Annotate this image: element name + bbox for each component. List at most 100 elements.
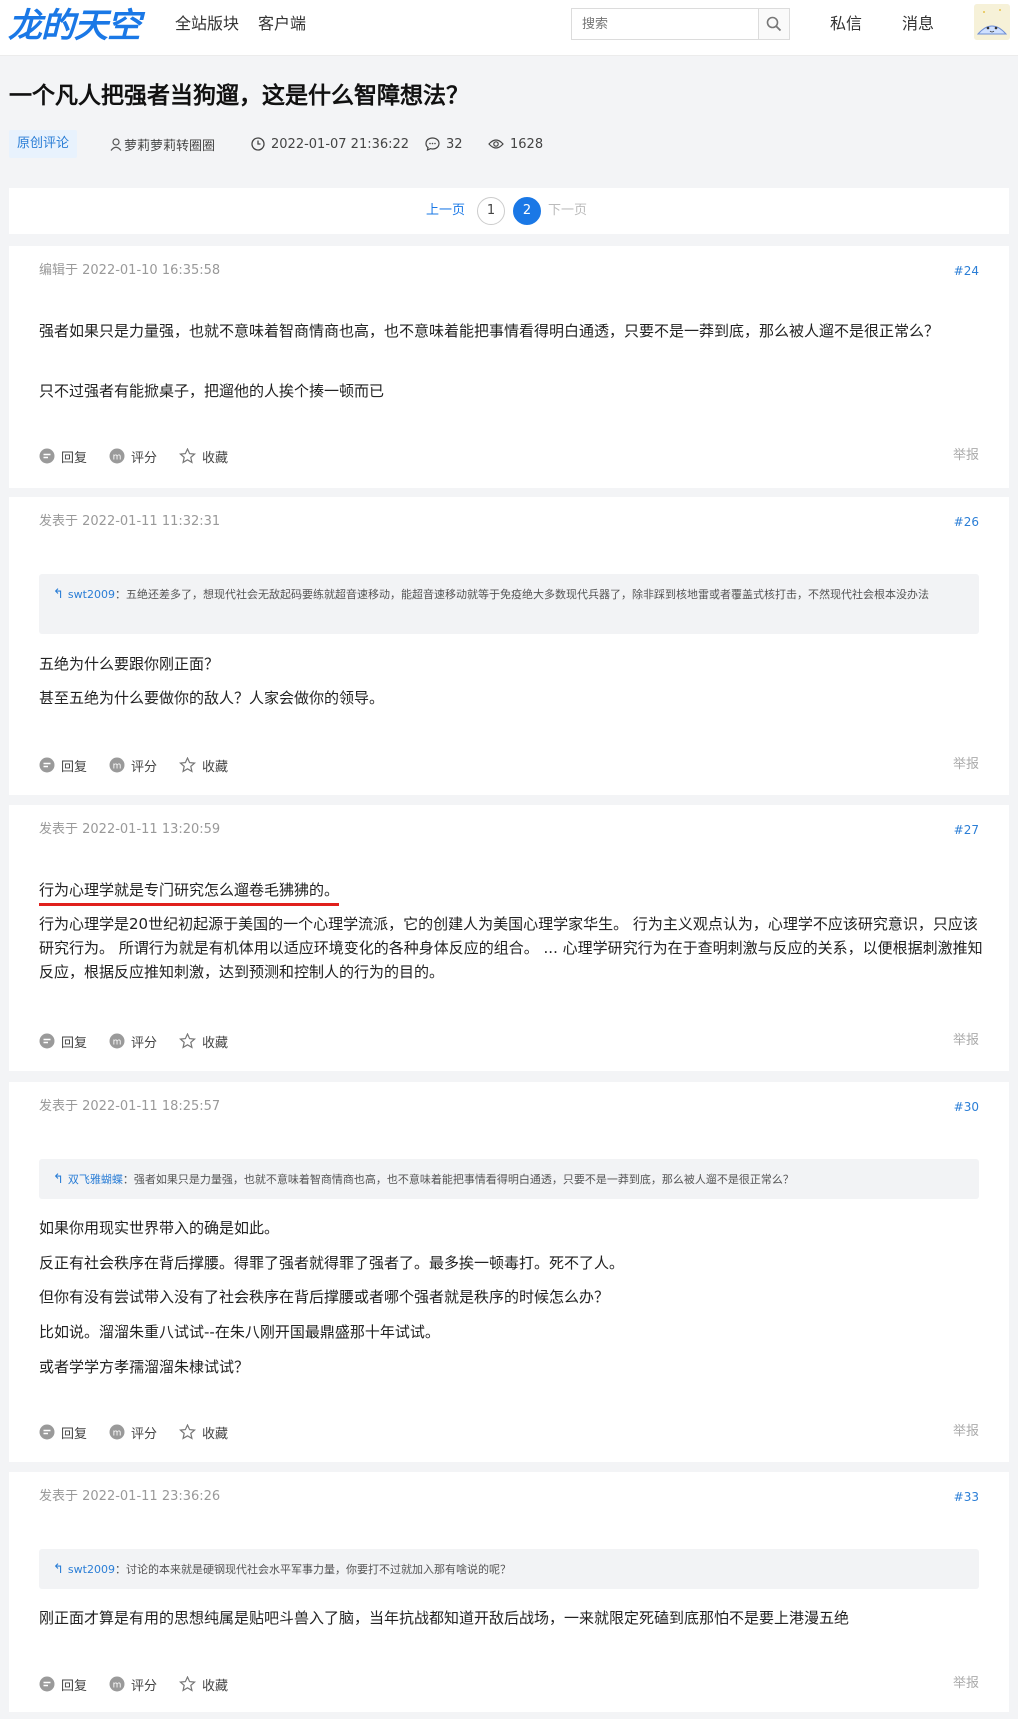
report-link[interactable]: 举报 [953,1422,979,1442]
reply-button[interactable]: 回复 [39,1032,87,1051]
rate-label: 评分 [131,1678,158,1694]
quote-reply-icon: ↰ [53,1562,64,1577]
post-card: 编辑于 2022-01-10 16:35:58 #24 强者如果只是力量强，也就… [9,246,1009,488]
rate-button[interactable]: m 评分 [109,1675,157,1694]
messages-link[interactable]: 消息 [902,14,934,34]
post-paragraph: 反正有社会秩序在背后撑腰。得罪了强者就得罪了强者了。最多挨一顿毒打。死不了人。 [39,1254,625,1272]
nav-client[interactable]: 客户端 [258,14,306,34]
collect-label: 收藏 [202,759,229,775]
reply-icon [39,1424,55,1440]
pagination-bar: 上一页 1 2 下一页 [9,188,1009,234]
page-2-button[interactable]: 2 [513,197,541,225]
svg-text:m: m [113,762,122,772]
rate-label: 评分 [131,1426,158,1442]
reply-label: 回复 [61,1426,88,1442]
star-icon [179,1033,197,1049]
svg-text:m: m [113,1681,122,1691]
collect-button[interactable]: 收藏 [179,756,228,775]
rate-button[interactable]: m 评分 [109,756,157,775]
quote-reply-icon: ↰ [53,587,64,602]
rate-label: 评分 [131,759,158,775]
rate-button[interactable]: m 评分 [109,447,157,466]
post-paragraph: 比如说。溜溜朱重八试试--在朱八刚开国最鼎盛那十年试试。 [39,1323,440,1341]
collect-label: 收藏 [202,1678,229,1694]
post-date: 发表于 2022-01-11 11:32:31 [39,514,221,529]
eye-icon [488,139,504,149]
quote-user[interactable]: swt2009 [68,588,115,601]
quote-user[interactable]: 双飞雅蝴蝶 [68,1173,123,1186]
rate-icon: m [109,757,125,773]
quote-reply-icon: ↰ [53,1172,64,1187]
rate-icon: m [109,448,125,464]
post-date: 发表于 2022-01-11 18:25:57 [39,1099,221,1114]
report-link[interactable]: 举报 [953,1674,979,1694]
private-message-link[interactable]: 私信 [830,14,862,34]
post-paragraph: 行为心理学是20世纪初起源于美国的一个心理学流派，它的创建人为美国心理学家华生。… [39,915,983,981]
star-icon [179,1676,197,1692]
rate-button[interactable]: m 评分 [109,1032,157,1051]
collect-label: 收藏 [202,1426,229,1442]
star-icon [179,1424,197,1440]
quote-block: ↰ swt2009：讨论的本来就是硬钢现代社会水平军事力量，你要打不过就加入那有啥… [39,1549,979,1589]
rate-button[interactable]: m 评分 [109,1423,157,1442]
report-link[interactable]: 举报 [953,446,979,466]
post-actions: 回复 m 评分 收藏 [39,446,250,466]
comments-meta: 32 [425,130,463,158]
collect-button[interactable]: 收藏 [179,1032,228,1051]
category-tag[interactable]: 原创评论 [9,130,78,158]
comment-icon [425,137,440,151]
reply-button[interactable]: 回复 [39,1675,87,1694]
post-card: 发表于 2022-01-11 13:20:59 #27 行为心理学就是专门研究怎… [9,805,1009,1071]
post-paragraph-highlighted: 行为心理学就是专门研究怎么遛卷毛狒狒的。 [39,878,340,906]
collect-button[interactable]: 收藏 [179,1423,228,1442]
post-date: 编辑于 2022-01-10 16:35:58 [39,263,221,278]
post-paragraph: 但你有没有尝试带入没有了社会秩序在背后撑腰或者哪个强者就是秩序的时候怎么办？ [39,1288,610,1306]
post-card: 发表于 2022-01-11 18:25:57 #30 ↰ 双飞雅蝴蝶：强者如果只… [9,1082,1009,1462]
clock-icon [251,137,265,151]
collect-label: 收藏 [202,1035,229,1051]
quote-block: ↰ swt2009：五绝还差多了，想现代社会无敌起码要练就超音速移动，能超音速移动… [39,574,979,634]
rate-icon: m [109,1424,125,1440]
view-count: 1628 [510,136,544,152]
author-meta[interactable]: 萝莉萝莉转圈圈 [110,130,215,158]
collect-button[interactable]: 收藏 [179,447,228,466]
search-button[interactable] [758,8,790,40]
reply-icon [39,1033,55,1049]
star-icon [179,448,197,464]
post-card: 发表于 2022-01-11 11:32:31 #26 ↰ swt2009：五绝还… [9,497,1009,795]
svg-text:m: m [113,1038,122,1048]
reply-button[interactable]: 回复 [39,1423,87,1442]
views-meta: 1628 [488,130,543,158]
reply-button[interactable]: 回复 [39,756,87,775]
post-floor-number[interactable]: #24 [954,262,979,280]
nav-all-boards[interactable]: 全站版块 [175,14,239,34]
post-date: 发表于 2022-01-11 13:20:59 [39,822,221,837]
site-logo[interactable]: 龙的天空 [8,4,141,48]
post-card: 发表于 2022-01-11 23:36:26 #33 ↰ swt2009：讨论的… [9,1472,1009,1712]
user-avatar[interactable] [974,4,1010,40]
report-link[interactable]: 举报 [953,1031,979,1051]
post-paragraph: 强者如果只是力量强，也就不意味着智商情商也高，也不意味着能把事情看得明白通透，只… [39,322,940,340]
user-icon [110,137,122,151]
svg-text:m: m [113,1429,122,1439]
post-paragraph: 五绝为什么要跟你刚正面？ [39,655,220,673]
report-link[interactable]: 举报 [953,755,979,775]
prev-page-link[interactable]: 上一页 [426,202,465,220]
reply-button[interactable]: 回复 [39,447,87,466]
search-icon [766,16,782,32]
post-actions: 回复 m 评分 收藏 [39,755,250,775]
svg-text:m: m [113,453,122,463]
quote-user[interactable]: swt2009 [68,1563,115,1576]
rate-label: 评分 [131,450,158,466]
rate-label: 评分 [131,1035,158,1051]
page-1-button[interactable]: 1 [477,197,505,225]
quote-text: ：五绝还差多了，想现代社会无敌起码要练就超音速移动，能超音速移动就等于免疫绝大多… [114,588,929,601]
reply-label: 回复 [61,1035,88,1051]
post-floor-number[interactable]: #30 [954,1098,979,1116]
post-floor-number[interactable]: #33 [954,1488,979,1506]
search-input[interactable] [571,8,759,40]
post-floor-number[interactable]: #26 [954,513,979,531]
post-floor-number[interactable]: #27 [954,821,979,839]
collect-button[interactable]: 收藏 [179,1675,228,1694]
rate-icon: m [109,1033,125,1049]
